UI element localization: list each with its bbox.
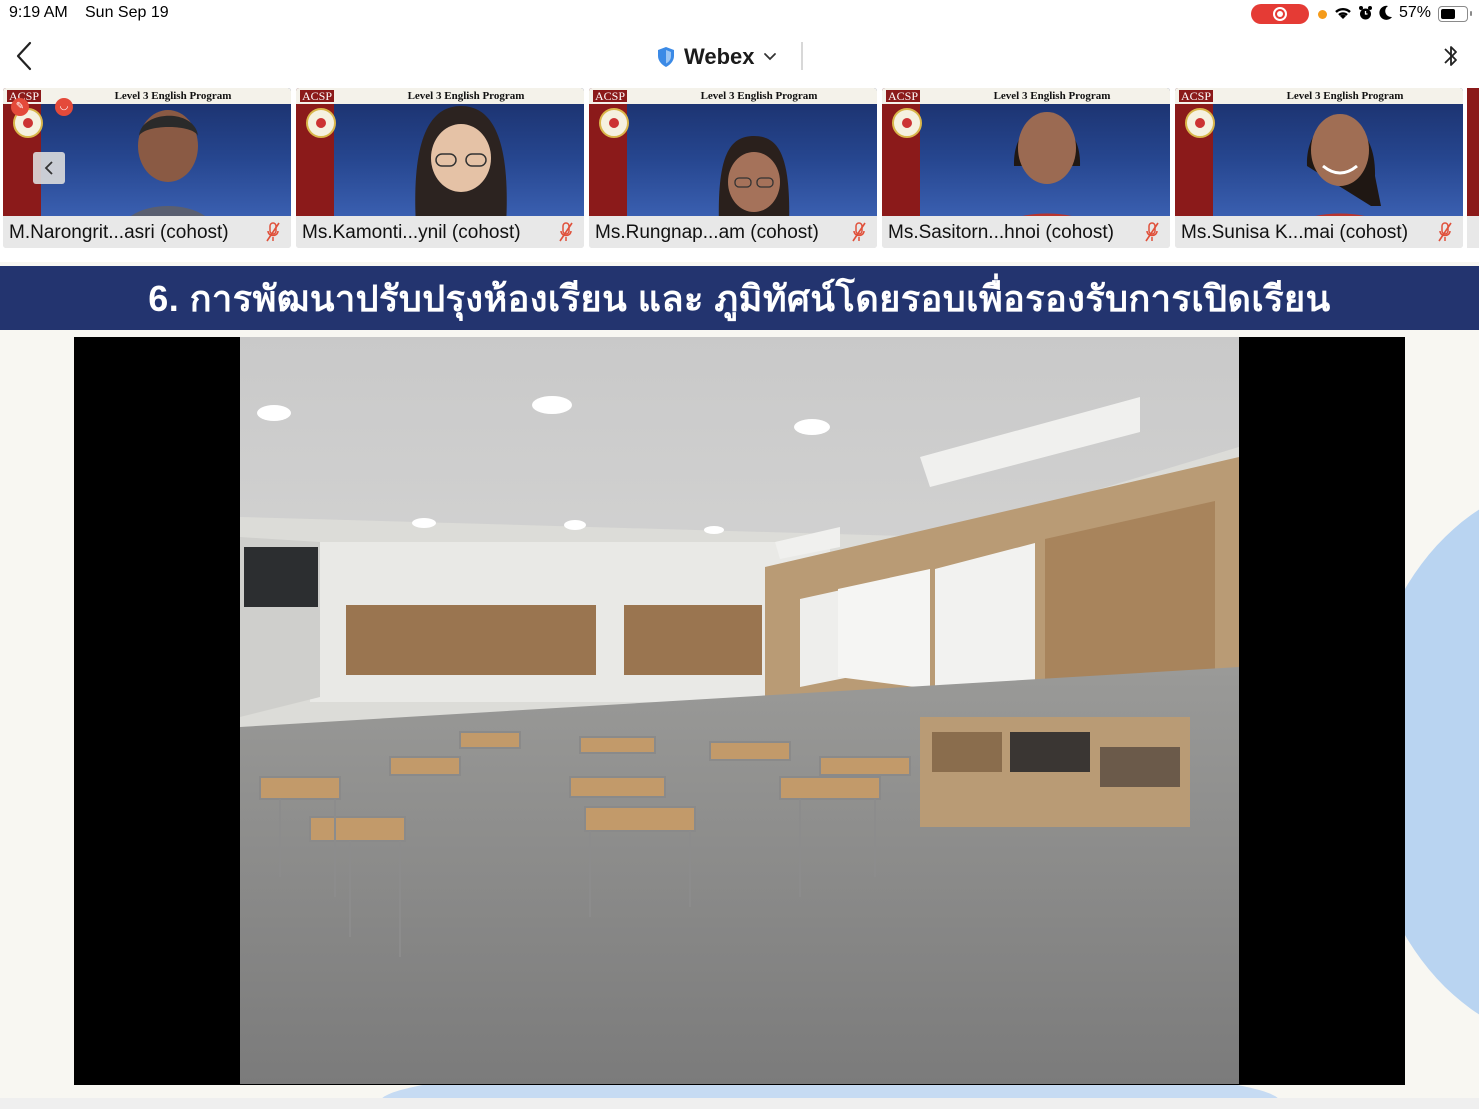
mic-status-icon: ✎ — [11, 98, 29, 116]
muted-mic-icon — [559, 222, 573, 242]
slide-title: 6. การพัฒนาปรับปรุงห้องเรียน และ ภูมิทัศ… — [148, 277, 1331, 319]
status-date: Sun Sep 19 — [85, 4, 169, 21]
participant-name: Ms.Sasitorn...hnoi (cohost) — [888, 222, 1114, 243]
wifi-icon — [1335, 7, 1351, 19]
back-button[interactable] — [12, 40, 38, 72]
participant-name-bar: Ms.Sasitorn...hnoi (cohost) — [882, 216, 1170, 248]
muted-mic-icon — [1145, 222, 1159, 242]
muted-mic-icon — [852, 222, 866, 242]
participant-strip: ACSP Level 3 English Program ✎ ◡ M.Naron… — [0, 88, 1479, 248]
bluetooth-icon[interactable] — [1441, 40, 1461, 72]
school-logo — [599, 108, 629, 138]
school-badge: ACSP — [1179, 89, 1214, 103]
school-logo — [306, 108, 336, 138]
chevron-down-icon — [763, 53, 776, 61]
participant-tile[interactable]: ACSP Level 3 English Program Ms.Rungnap.… — [589, 88, 877, 248]
participant-video: ACSP Level 3 English Program ✎ ◡ — [3, 88, 291, 216]
participant-person — [1306, 114, 1381, 216]
nav-bar: Webex — [0, 30, 1479, 86]
back-chevron-icon — [16, 41, 32, 71]
muted-mic-icon — [1438, 222, 1452, 242]
participant-person — [415, 106, 507, 216]
participant-name-bar: M.Narongrit...asri (cohost) — [3, 216, 291, 248]
school-badge: ACSP — [300, 89, 335, 103]
camera-status-icon: ◡ — [55, 98, 73, 116]
participant-video: ACSP Level 3 English Program — [589, 88, 877, 216]
participant-video: ACSP Level 3 English Program — [296, 88, 584, 216]
participant-person — [718, 136, 790, 216]
school-logo — [892, 108, 922, 138]
alarm-icon — [1359, 6, 1372, 20]
school-logo — [1185, 108, 1215, 138]
school-badge: ACSP — [886, 89, 921, 103]
participant-video: ACSP Level 3 English Program — [882, 88, 1170, 216]
participant-name-bar: Ms.Sunisa K...mai (cohost) — [1175, 216, 1463, 248]
participant-tile[interactable]: ACSP Level 3 English Program Ms.Sunisa K… — [1175, 88, 1463, 248]
participant-tile[interactable]: ACSP Level 3 English Program Ms.Kamonti.… — [296, 88, 584, 248]
participant-name: Ms.Kamonti...ynil (cohost) — [302, 222, 521, 243]
participant-name: Ms.Sunisa K...mai (cohost) — [1181, 222, 1409, 243]
participant-tile[interactable]: ACSP Level 3 English Program Ms.Sasitorn… — [882, 88, 1170, 248]
school-badge: ACSP — [593, 89, 628, 103]
status-time: 9:19 AM — [9, 4, 68, 21]
battery-icon — [1438, 6, 1472, 22]
screen-record-indicator[interactable] — [1251, 4, 1309, 24]
mic-in-use-dot — [1318, 10, 1327, 19]
participant-person — [1013, 112, 1081, 216]
participant-video: ACSP Level 3 English Program — [1175, 88, 1463, 216]
classroom-photo — [240, 337, 1239, 1084]
participant-name: M.Narongrit...asri (cohost) — [9, 222, 229, 243]
battery-percent: 57% — [1399, 4, 1432, 21]
moon-icon — [1379, 5, 1392, 20]
slide-header: 6. การพัฒนาปรับปรุงห้องเรียน และ ภูมิทัศ… — [0, 266, 1479, 330]
nav-divider — [801, 42, 803, 70]
app-title: Webex — [684, 44, 755, 69]
participant-name: Ms.Rungnap...am (cohost) — [595, 222, 819, 243]
bottom-bar — [0, 1098, 1479, 1109]
scroll-left-button[interactable] — [33, 152, 65, 184]
shield-icon — [658, 47, 674, 67]
chevron-left-icon — [44, 161, 53, 175]
participant-person — [131, 110, 205, 216]
participant-name-bar: Ms.Kamonti...ynil (cohost) — [296, 216, 584, 248]
participant-tile-partial[interactable] — [1467, 88, 1479, 248]
participant-name-bar: Ms.Rungnap...am (cohost) — [589, 216, 877, 248]
muted-mic-icon — [266, 222, 280, 242]
meeting-title-menu[interactable]: Webex — [656, 42, 777, 72]
participant-tile[interactable]: ACSP Level 3 English Program ✎ ◡ M.Naron… — [3, 88, 291, 248]
status-bar: 9:19 AM Sun Sep 19 57% — [0, 0, 1479, 28]
